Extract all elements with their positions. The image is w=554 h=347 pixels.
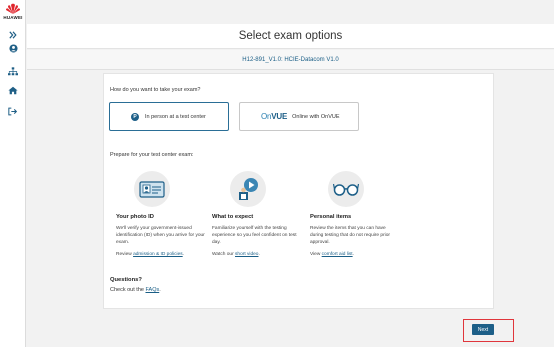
admission-policies-link[interactable]: admission & ID policies <box>133 252 183 257</box>
what-to-expect-title: What to expect <box>212 214 254 220</box>
photo-id-link-line: Review admission & ID policies. <box>116 252 206 257</box>
faq-prefix: Check out the <box>110 287 146 293</box>
id-card-icon <box>134 171 170 207</box>
prepare-heading: Prepare for your test center exam: <box>110 152 194 158</box>
chevrons-right-icon[interactable] <box>4 28 22 42</box>
personal-items-link-prefix: View <box>310 251 322 257</box>
option-onvue[interactable]: OnVUE Online with OnVUE <box>239 102 359 131</box>
photo-id-link-prefix: Review <box>116 251 134 257</box>
onvue-logo-icon: OnVUE <box>261 112 287 121</box>
onvue-logo-on: On <box>261 112 272 121</box>
personal-items-link-line: View comfort aid list. <box>310 252 400 257</box>
sidebar: HUAWEI <box>0 0 26 347</box>
personal-items-link-suffix: . <box>352 251 354 257</box>
personal-items-title: Personal items <box>310 214 352 220</box>
photo-id-title: Your photo ID <box>116 214 154 220</box>
glasses-icon <box>328 171 364 207</box>
sign-out-icon[interactable] <box>4 104 22 118</box>
option-test-center[interactable]: P In person at a test center <box>109 102 229 131</box>
brand-name: HUAWEI <box>3 15 23 20</box>
huawei-petal-icon <box>6 3 20 15</box>
what-to-expect-link-line: Watch our short video. <box>212 252 302 257</box>
comfort-aid-list-link[interactable]: comfort aid list <box>322 252 353 257</box>
onvue-logo-vue: VUE <box>271 112 288 121</box>
what-to-expect-section: What to expect Familiarize yourself with… <box>212 171 302 257</box>
photo-id-section: Your photo ID We'll verify your governme… <box>116 171 206 257</box>
photo-id-desc: We'll verify your government-issued iden… <box>116 226 205 246</box>
personal-items-section: Personal items Review the items that you… <box>310 171 400 257</box>
next-button[interactable]: Next <box>472 324 494 335</box>
option-test-center-label: In person at a test center <box>145 113 206 120</box>
what-to-expect-link-prefix: Watch our <box>212 251 236 257</box>
page-title: Select exam options <box>238 30 343 42</box>
exam-options-card: How do you want to take your exam? P In … <box>103 73 494 309</box>
page-header: Select exam options <box>27 24 554 49</box>
what-to-expect-desc: Familiarize yourself with the testing ex… <box>212 226 297 246</box>
sitemap-icon[interactable] <box>4 64 22 78</box>
huawei-logo: HUAWEI <box>0 0 26 26</box>
short-video-link[interactable]: short video <box>235 252 258 257</box>
questions-title: Questions? <box>110 277 142 283</box>
exam-subheader: H12-891_V1.0: HCIE-Datacom V1.0 <box>27 50 554 70</box>
option-onvue-label: Online with OnVUE <box>292 113 340 120</box>
video-person-icon <box>230 171 266 207</box>
photo-id-link-suffix: . <box>182 251 184 257</box>
home-icon[interactable] <box>4 83 22 97</box>
personal-items-desc: Review the items that you can have durin… <box>310 226 390 246</box>
exam-name: H12-891_V1.0: HCIE-Datacom V1.0 <box>242 56 339 63</box>
faqs-link[interactable]: FAQs <box>145 287 159 293</box>
pearson-badge-icon: P <box>131 112 139 121</box>
faq-suffix: . <box>159 287 161 293</box>
faq-line: Check out the FAQs. <box>110 287 161 293</box>
delivery-question: How do you want to take your exam? <box>110 87 201 93</box>
user-circle-icon[interactable] <box>4 41 22 55</box>
what-to-expect-link-suffix: . <box>258 251 260 257</box>
